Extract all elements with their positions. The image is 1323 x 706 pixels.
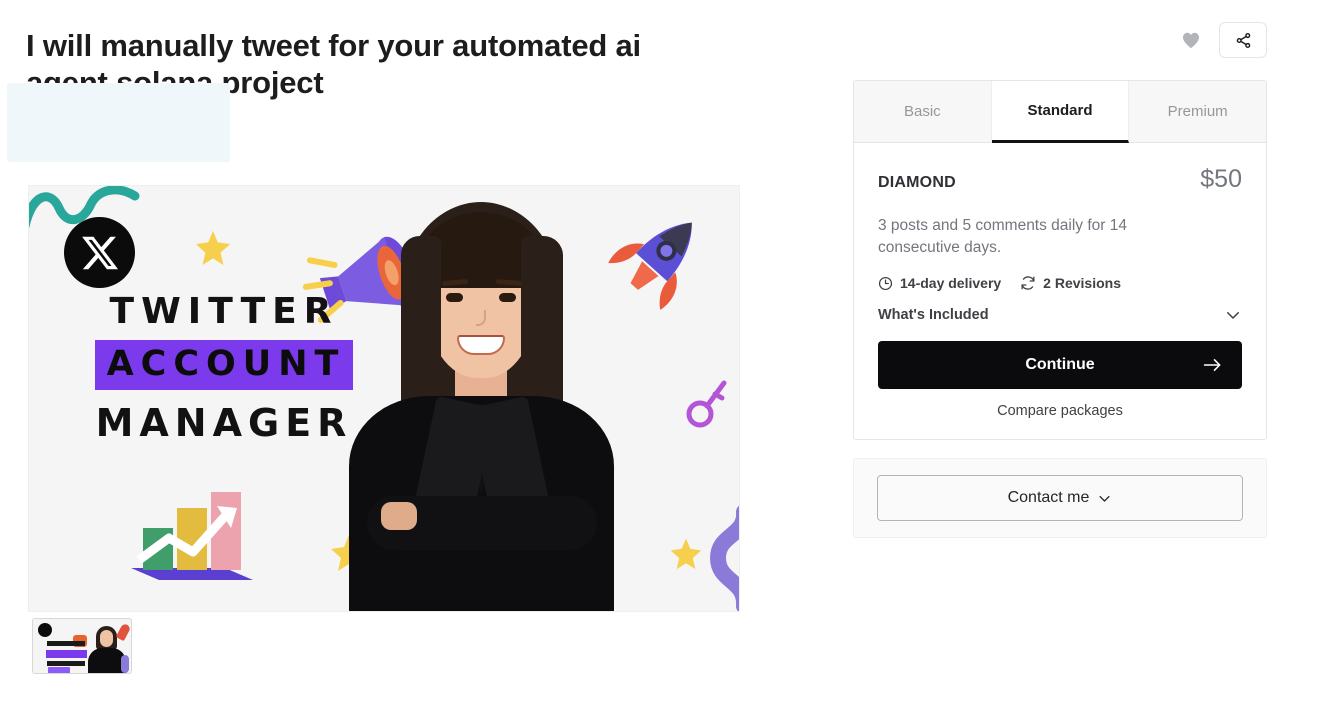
thumbnail-line-1: [47, 641, 85, 646]
continue-button[interactable]: Continue: [878, 341, 1242, 389]
squiggle-icon: [709, 506, 739, 611]
share-icon: [1236, 32, 1250, 48]
bar-chart-icon: [131, 492, 253, 580]
contact-card: Contact me: [853, 458, 1267, 538]
gig-image-line-2-wrap: ACCOUNT: [89, 340, 359, 390]
gig-image-line-3: MANAGER: [95, 401, 353, 445]
thumbnail-bar-chart-icon: [48, 667, 70, 673]
photo-eye-right: [499, 293, 516, 302]
delivery-time-label: 14-day delivery: [900, 275, 1002, 291]
whats-included-label: What's Included: [878, 307, 989, 323]
gig-right-column: Basic Standard Premium DIAMOND $50 3 pos…: [853, 80, 1267, 538]
contact-me-label: Contact me: [1007, 489, 1090, 506]
thumbnail-line-2: [46, 650, 87, 658]
tab-basic[interactable]: Basic: [854, 81, 992, 143]
tab-standard[interactable]: Standard: [991, 81, 1130, 143]
chevron-down-icon: [1227, 312, 1239, 319]
revisions: 2 Revisions: [1020, 275, 1121, 291]
gig-image-text: TWITTER ACCOUNT MANAGER: [89, 290, 359, 446]
clock-icon: [878, 276, 893, 290]
package-meta: 14-day delivery 2 Revisions: [878, 275, 1242, 291]
revisions-label: 2 Revisions: [1043, 275, 1121, 291]
compare-packages-link[interactable]: Compare packages: [878, 403, 1242, 419]
package-description: 3 posts and 5 comments daily for 14 cons…: [878, 217, 1127, 256]
whats-included-toggle[interactable]: What's Included: [878, 306, 1242, 324]
gallery-thumbnails: [32, 618, 232, 674]
gig-main-image[interactable]: TWITTER ACCOUNT MANAGER: [28, 185, 740, 612]
continue-button-label: Continue: [1025, 356, 1095, 373]
gallery-thumbnail-1[interactable]: [32, 618, 132, 674]
package-tabs: Basic Standard Premium: [854, 81, 1267, 143]
share-button[interactable]: [1219, 22, 1267, 58]
package-body: DIAMOND $50 3 posts and 5 comments daily…: [854, 143, 1266, 439]
thumbnail-rocket-icon: [115, 622, 131, 642]
thumbnail-photo-face: [100, 630, 113, 647]
gig-gallery: TWITTER ACCOUNT MANAGER: [28, 185, 740, 612]
gig-image-canvas: TWITTER ACCOUNT MANAGER: [29, 186, 739, 611]
seller-info-placeholder: [7, 83, 230, 162]
gig-image-line-1: TWITTER: [109, 291, 339, 332]
gig-page: I will manually tweet for your automated…: [0, 0, 1323, 706]
package-name: DIAMOND: [878, 174, 956, 191]
package-card: Basic Standard Premium DIAMOND $50 3 pos…: [853, 80, 1267, 440]
favorite-button[interactable]: [1181, 31, 1201, 49]
delivery-time: 14-day delivery: [878, 275, 1001, 291]
tab-premium[interactable]: Premium: [1129, 81, 1267, 143]
gig-left-column: I will manually tweet for your automated…: [0, 0, 840, 706]
seller-photo: [329, 196, 629, 611]
package-header: DIAMOND $50: [878, 165, 1242, 194]
thumbnail-line-3: [47, 661, 85, 666]
refresh-icon: [1021, 276, 1035, 290]
photo-hand: [381, 502, 417, 530]
x-logo-icon: [64, 217, 135, 288]
heart-icon: [1182, 32, 1200, 49]
header-actions: [1181, 22, 1267, 58]
photo-eye-left: [446, 293, 463, 302]
package-price: $50: [1200, 165, 1242, 193]
thumbnail-x-logo-icon: [38, 623, 52, 637]
star-icon: [195, 230, 231, 266]
chevron-down-icon: [1099, 495, 1110, 502]
contact-me-button[interactable]: Contact me: [877, 475, 1243, 521]
thumbnail-squiggle-icon: [121, 655, 129, 673]
key-icon: [686, 380, 727, 428]
arrow-right-icon: [1203, 359, 1221, 371]
gig-image-line-2: ACCOUNT: [94, 340, 354, 390]
